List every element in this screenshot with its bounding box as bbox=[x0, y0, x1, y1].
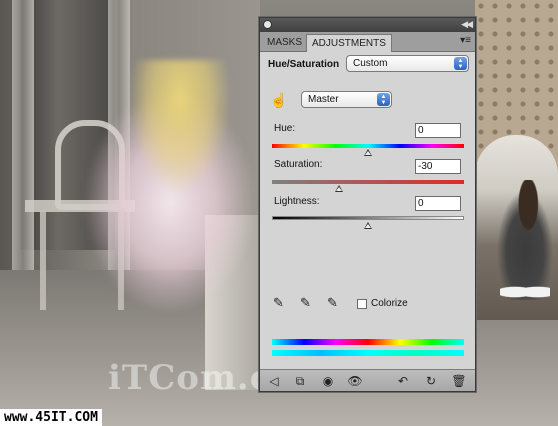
panel-bottom-toolbar: ◁ ⧉ ◉ 👁 ↶ ↻ 🗑 bbox=[260, 369, 475, 391]
table-leg bbox=[40, 210, 46, 310]
reset-icon[interactable]: ↻ bbox=[423, 373, 439, 389]
view-previous-icon[interactable]: ↶ bbox=[395, 373, 411, 389]
adjustments-panel: ◀◀ MASKS ADJUSTMENTS ▾≡ Hue/Saturation C… bbox=[259, 17, 476, 392]
eyedropper-icon[interactable]: ✎ bbox=[273, 295, 284, 311]
targeted-adjustment-tool-icon[interactable]: ☝ bbox=[270, 92, 288, 110]
lightness-label: Lightness: bbox=[274, 196, 320, 207]
panel-titlebar[interactable]: ◀◀ bbox=[260, 18, 475, 32]
adjustment-title: Hue/Saturation bbox=[268, 59, 340, 70]
hue-label: Hue: bbox=[274, 123, 296, 134]
site-tag: www.45IT.COM bbox=[0, 409, 102, 426]
input-color-spectrum bbox=[272, 339, 464, 345]
hue-slider-thumb[interactable] bbox=[364, 149, 372, 156]
preset-value: Custom bbox=[353, 58, 388, 69]
trash-icon[interactable]: 🗑 bbox=[451, 373, 467, 389]
shoes bbox=[500, 282, 550, 302]
output-color-spectrum bbox=[272, 350, 464, 356]
hue-field[interactable]: 0 bbox=[415, 123, 461, 138]
close-icon[interactable] bbox=[263, 20, 272, 29]
visibility-eye-icon[interactable]: 👁 bbox=[347, 373, 363, 389]
panel-tabs: MASKS ADJUSTMENTS ▾≡ bbox=[260, 32, 475, 52]
curtain bbox=[12, 0, 34, 300]
saturation-slider-thumb[interactable] bbox=[335, 185, 343, 192]
colorize-label: Colorize bbox=[371, 298, 408, 309]
panel-menu-icon[interactable]: ▾≡ bbox=[460, 35, 471, 46]
lightness-slider-track[interactable] bbox=[272, 216, 464, 220]
tab-masks[interactable]: MASKS bbox=[262, 34, 307, 52]
tab-adjustments[interactable]: ADJUSTMENTS bbox=[306, 34, 392, 52]
eyedropper-plus-icon[interactable]: ✎ bbox=[300, 295, 311, 311]
saturation-label: Saturation: bbox=[274, 159, 323, 170]
hue-slider-track[interactable] bbox=[272, 144, 464, 148]
lightness-field[interactable]: 0 bbox=[415, 196, 461, 211]
saturation-field[interactable]: -30 bbox=[415, 159, 461, 174]
updown-arrows-icon: ▲ ▼ bbox=[377, 93, 390, 106]
channel-value: Master bbox=[308, 94, 339, 105]
colorize-checkbox[interactable] bbox=[357, 299, 367, 309]
lightness-slider-thumb[interactable] bbox=[364, 222, 372, 229]
preset-select[interactable]: Custom ▲ ▼ bbox=[346, 55, 469, 72]
clip-layer-icon[interactable]: ◉ bbox=[320, 373, 336, 389]
updown-arrows-icon: ▲ ▼ bbox=[454, 57, 467, 70]
eyedropper-minus-icon[interactable]: ✎ bbox=[327, 295, 338, 311]
expand-view-icon[interactable]: ⧉ bbox=[292, 373, 308, 389]
channel-select[interactable]: Master ▲ ▼ bbox=[301, 91, 392, 108]
floating-girl bbox=[60, 60, 260, 320]
back-arrow-icon[interactable]: ◁ bbox=[266, 373, 282, 389]
saturation-slider-track[interactable] bbox=[272, 180, 464, 184]
collapse-icon[interactable]: ◀◀ bbox=[461, 19, 473, 30]
